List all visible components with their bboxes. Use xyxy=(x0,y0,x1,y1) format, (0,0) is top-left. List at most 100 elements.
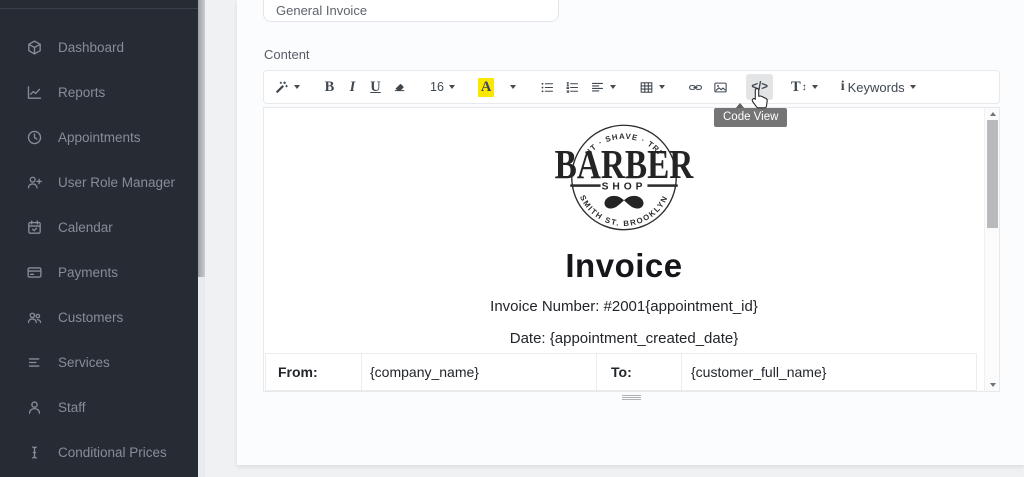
calendar-check-icon xyxy=(26,219,43,236)
line-height-group: T ↕ xyxy=(786,74,823,100)
up-down-arrow-icon: ↕ xyxy=(802,82,807,93)
link-icon xyxy=(688,80,703,95)
user-icon xyxy=(26,399,43,416)
underline-button[interactable]: U xyxy=(364,74,387,100)
italic-button[interactable]: I xyxy=(341,74,364,100)
invoice-title: Invoice xyxy=(264,247,984,285)
table-group xyxy=(634,74,670,100)
sidebar-divider xyxy=(0,8,198,9)
svg-text:SMITH ST. BROOKLYN: SMITH ST. BROOKLYN xyxy=(578,194,670,229)
image-button[interactable] xyxy=(708,74,733,100)
keywords-group: i Keywords xyxy=(836,74,921,100)
scroll-down-arrow-icon[interactable] xyxy=(985,379,1000,391)
logo-sub-text: SHOP xyxy=(602,182,647,193)
users-icon xyxy=(26,309,43,326)
sidebar-item-label: Reports xyxy=(58,85,105,100)
sidebar-item-user-role-manager[interactable]: User Role Manager xyxy=(0,160,198,205)
caret-down-icon xyxy=(812,85,818,89)
sidebar-item-label: Appointments xyxy=(58,130,141,145)
font-color-button[interactable]: A xyxy=(473,74,499,100)
font-color-group: A xyxy=(473,74,522,100)
table-row: From: {company_name} To: {customer_full_… xyxy=(266,354,977,391)
code-group: </> xyxy=(746,74,773,100)
keywords-button[interactable]: i Keywords xyxy=(836,74,921,100)
sidebar-item-label: Calendar xyxy=(58,220,113,235)
font-color-dropdown-button[interactable] xyxy=(499,74,522,100)
sidebar-item-customers[interactable]: Customers xyxy=(0,295,198,340)
bold-button[interactable]: B xyxy=(318,74,341,100)
sidebar-item-payments[interactable]: Payments xyxy=(0,250,198,295)
editor-resize-handle[interactable] xyxy=(263,393,1000,401)
from-value-cell: {company_name} xyxy=(362,354,597,391)
sidebar-item-conditional-prices[interactable]: Conditional Prices xyxy=(0,430,198,475)
from-label-cell: From: xyxy=(266,354,362,391)
info-icon: i xyxy=(841,79,845,95)
editor-scrollbar[interactable] xyxy=(984,108,999,391)
sidebar-item-dashboard[interactable]: Dashboard xyxy=(0,25,198,70)
sidebar-item-reports[interactable]: Reports xyxy=(0,70,198,115)
invoice-template-card: Content B I U 1 xyxy=(237,0,1024,465)
to-label-cell: To: xyxy=(597,354,682,391)
editor-scrollbar-thumb[interactable] xyxy=(987,120,998,228)
font-size-button[interactable]: 16 xyxy=(425,74,460,100)
to-value-cell: {customer_full_name} xyxy=(682,354,977,391)
caret-down-icon xyxy=(294,85,300,89)
paragraph-group xyxy=(535,74,621,100)
user-plus-icon xyxy=(26,174,43,191)
chart-line-icon xyxy=(26,84,43,101)
clear-format-button[interactable] xyxy=(387,74,412,100)
keywords-label: Keywords xyxy=(848,80,905,95)
list-ul-icon xyxy=(540,80,555,95)
box-icon xyxy=(26,39,43,56)
editor-content[interactable]: CUT · SHAVE · TRIM BARBER SHOP SMITH ST.… xyxy=(263,107,1000,392)
code-view-button[interactable]: </> xyxy=(746,74,773,100)
font-color-swatch: A xyxy=(478,78,494,97)
sidebar-item-label: Dashboard xyxy=(58,40,124,55)
unordered-list-button[interactable] xyxy=(535,74,560,100)
caret-down-icon xyxy=(510,85,516,89)
sidebar-item-calendar[interactable]: Calendar xyxy=(0,205,198,250)
page-scrollbar[interactable] xyxy=(198,0,205,477)
sidebar-item-label: User Role Manager xyxy=(58,175,175,190)
sidebar-item-label: Staff xyxy=(58,400,86,415)
ordered-list-button[interactable] xyxy=(560,74,585,100)
line-height-letter: T xyxy=(791,79,801,96)
from-to-table: From: {company_name} To: {customer_full_… xyxy=(265,353,977,391)
magic-style-button[interactable] xyxy=(269,74,305,100)
invoice-date-line: Date: {appointment_created_date} xyxy=(264,330,984,347)
credit-card-icon xyxy=(26,264,43,281)
sidebar-item-label: Conditional Prices xyxy=(58,445,167,460)
font-size-value: 16 xyxy=(430,80,444,94)
magic-wand-icon xyxy=(274,80,289,95)
sidebar-item-appointments[interactable]: Appointments xyxy=(0,115,198,160)
caret-down-icon xyxy=(910,85,916,89)
table-button[interactable] xyxy=(634,74,670,100)
invoice-preview: CUT · SHAVE · TRIM BARBER SHOP SMITH ST.… xyxy=(264,108,984,391)
image-icon xyxy=(713,80,728,95)
caret-down-icon xyxy=(610,85,616,89)
table-icon xyxy=(639,80,654,95)
resize-grip-icon xyxy=(622,395,641,400)
link-button[interactable] xyxy=(683,74,708,100)
sidebar-item-label: Services xyxy=(58,355,110,370)
paragraph-align-button[interactable] xyxy=(585,74,621,100)
logo-name-text: BARBER xyxy=(555,141,694,187)
sidebar-item-services[interactable]: Services xyxy=(0,340,198,385)
template-name-input[interactable] xyxy=(263,0,559,22)
content-label: Content xyxy=(264,47,310,62)
line-height-button[interactable]: T ↕ xyxy=(786,74,823,100)
clock-icon xyxy=(26,129,43,146)
sidebar-item-label: Payments xyxy=(58,265,118,280)
font-style-group: B I U xyxy=(318,74,412,100)
align-left-icon xyxy=(590,80,605,95)
editor-toolbar: B I U 16 A xyxy=(263,70,1000,104)
scroll-up-arrow-icon[interactable] xyxy=(985,108,1000,120)
caret-down-icon xyxy=(659,85,665,89)
style-group xyxy=(269,74,305,100)
page-scrollbar-thumb[interactable] xyxy=(198,0,205,277)
logo-bottom-arc-text: SMITH ST. BROOKLYN xyxy=(578,194,670,229)
sidebar-item-staff[interactable]: Staff xyxy=(0,385,198,430)
barber-shop-logo: CUT · SHAVE · TRIM BARBER SHOP SMITH ST.… xyxy=(541,119,707,235)
code-view-tooltip: Code View xyxy=(714,108,787,127)
sidebar-item-label: Customers xyxy=(58,310,123,325)
